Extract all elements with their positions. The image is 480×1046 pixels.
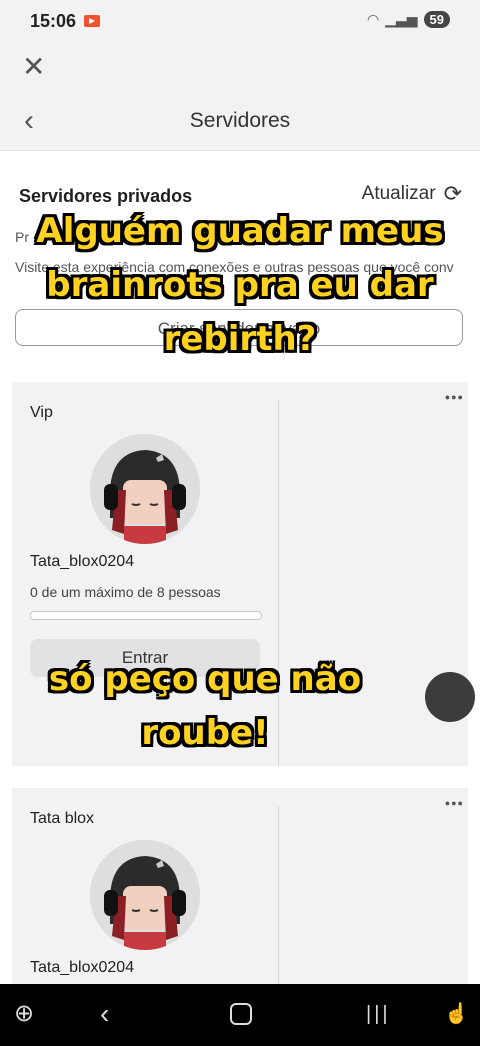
wifi-icon: ◠ xyxy=(367,11,380,27)
avatar xyxy=(90,434,200,544)
signal-icon: ▁▃▅ xyxy=(385,11,418,27)
status-bar: 15:06 ◠ ▁▃▅ 59 xyxy=(0,0,480,44)
caption-bottom: só peço que não roube! xyxy=(48,659,362,753)
more-options-icon[interactable]: ●●● xyxy=(445,798,464,808)
top-close-bar: ✕ xyxy=(0,44,480,94)
capacity-progress-bar xyxy=(30,611,262,620)
status-time: 15:06 xyxy=(30,11,77,31)
server-name: Tata blox xyxy=(30,810,95,827)
system-nav-bar: ⊕ ‹ ||| ☝ xyxy=(0,984,480,1046)
touch-lock-icon[interactable]: ☝ xyxy=(444,999,469,1029)
capacity-text: 0 de um máximo de 8 pessoas xyxy=(30,584,221,600)
status-indicators: ◠ ▁▃▅ 59 xyxy=(367,11,450,28)
more-options-icon[interactable]: ●●● xyxy=(445,392,464,402)
nav-back-icon[interactable]: ‹ xyxy=(100,999,109,1029)
owner-name: Tata_blox0204 xyxy=(30,959,135,976)
close-icon[interactable]: ✕ xyxy=(22,52,45,82)
card-divider xyxy=(278,806,279,984)
screen-record-icon xyxy=(84,15,100,27)
page-title: Servidores xyxy=(189,109,291,132)
owner-name: Tata_blox0204 xyxy=(30,553,135,570)
nav-home-icon[interactable] xyxy=(230,1003,252,1025)
avatar-image xyxy=(90,840,200,950)
server-card: ●●● Tata blox Tata_blox0204 xyxy=(12,788,468,984)
avatar xyxy=(90,840,200,950)
caption-top: Alguém guadar meus brainrots pra eu dar … xyxy=(36,211,444,359)
nav-recents-icon[interactable]: ||| xyxy=(366,999,391,1029)
server-name: Vip xyxy=(30,404,53,421)
avatar-image xyxy=(90,434,200,544)
game-launcher-icon[interactable]: ⊕ xyxy=(14,999,34,1029)
floating-action-button[interactable] xyxy=(425,672,475,722)
battery-indicator: 59 xyxy=(423,11,450,28)
refresh-label: Atualizar xyxy=(361,183,436,204)
header: ‹ Servidores xyxy=(0,94,480,151)
